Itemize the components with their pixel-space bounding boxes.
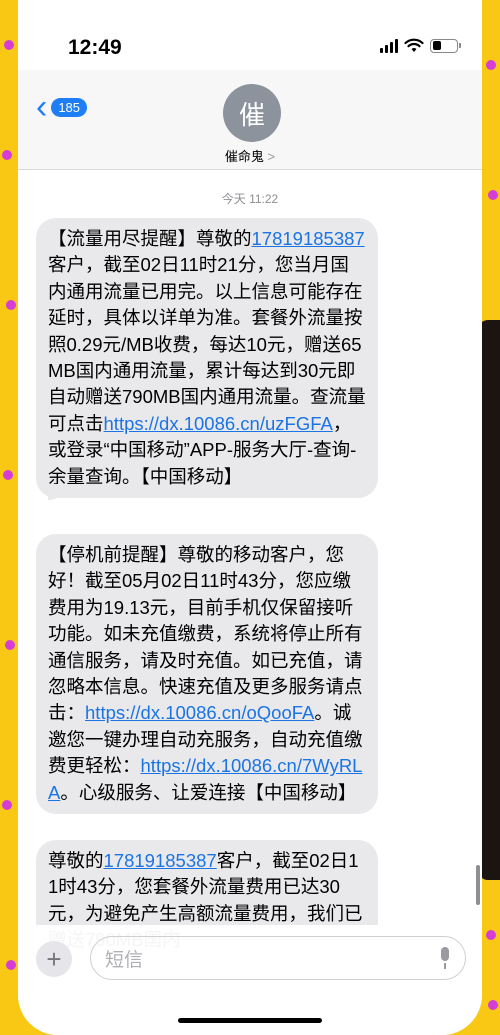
message-text: 。心级服务、让爱连接【中国移动】 — [60, 781, 357, 803]
decor-dot — [488, 1000, 498, 1010]
scrollbar[interactable] — [476, 865, 480, 905]
phone-screen: 12:49 ‹ 185 催 催命鬼 > 今天 11:22 【流量用尽提醒】尊敬的… — [18, 0, 482, 1035]
decor-dot — [2, 150, 12, 160]
status-icons — [380, 38, 461, 53]
decor-dot — [4, 40, 14, 50]
signal-icon — [380, 38, 398, 53]
status-time: 12:49 — [68, 36, 122, 59]
conversation-header: ‹ 185 催 催命鬼 > — [18, 70, 482, 170]
decor-dot — [2, 800, 12, 810]
plus-button[interactable]: + — [36, 941, 72, 977]
chevron-left-icon: ‹ — [36, 88, 48, 126]
battery-icon — [430, 38, 461, 53]
url-link[interactable]: https://dx.10086.cn/uzFGFA — [104, 413, 333, 434]
back-button[interactable]: ‹ 185 — [36, 88, 88, 126]
contact-name-label: 催命鬼 — [224, 149, 264, 164]
phone-link[interactable]: 17819185387 — [252, 228, 365, 249]
message-bubble: 【停机前提醒】尊敬的移动客户，您好！截至05月02日11时43分，您应缴费用为1… — [36, 534, 378, 815]
contact-name[interactable]: 催命鬼 > — [18, 146, 482, 165]
home-indicator[interactable] — [178, 1018, 322, 1023]
decor-dot — [486, 930, 496, 940]
contact-avatar[interactable]: 催 — [223, 84, 281, 142]
decor-dot — [6, 300, 16, 310]
message-text: 尊敬的 — [48, 850, 104, 871]
decor-dot — [5, 640, 15, 650]
decor-dot — [3, 470, 13, 480]
message-timestamp: 今天 11:22 — [221, 192, 279, 206]
message-input-placeholder: 短信 — [105, 949, 144, 971]
unread-count-badge: 185 — [51, 97, 88, 117]
message-text: 客户，截至02日11时21分，您当月国内通用流量已用完。以上信息可能存在延时，具… — [48, 254, 366, 434]
url-link[interactable]: https://dx.10086.cn/oQooFA — [85, 702, 314, 723]
message-text: 【停机前提醒】尊敬的移动客户，您好！截至05月02日11时43分，您应缴费用为1… — [48, 544, 363, 724]
message-input[interactable]: 短信 — [90, 936, 466, 980]
bubble-tail — [48, 484, 64, 501]
message-text: 【流量用尽提醒】尊敬的 — [48, 228, 252, 249]
decor-dot — [488, 190, 498, 200]
wifi-icon — [404, 38, 424, 52]
decor-dot — [6, 960, 16, 970]
chevron-right-icon: > — [267, 149, 276, 164]
status-bar: 12:49 — [18, 0, 482, 70]
message-bubble: 【流量用尽提醒】尊敬的17819185387 客户，截至02日11时21分，您当月… — [36, 218, 378, 501]
decor-dot — [486, 60, 496, 70]
microphone-icon[interactable] — [439, 947, 451, 969]
phone-link[interactable]: 17819185387 — [104, 850, 217, 871]
